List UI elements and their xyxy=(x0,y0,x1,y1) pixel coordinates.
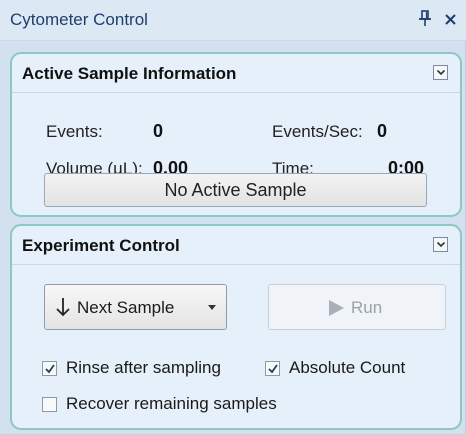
collapse-experiment-control-button[interactable] xyxy=(433,237,448,252)
cytometer-control-panel: Cytometer Control Active Sample Informat… xyxy=(0,0,466,435)
dropdown-caret-icon[interactable] xyxy=(207,305,217,311)
experiment-control-title: Experiment Control xyxy=(22,236,180,255)
close-icon[interactable] xyxy=(442,9,460,29)
events-per-sec-value: 0 xyxy=(377,121,388,141)
play-icon xyxy=(329,300,344,316)
next-sample-button[interactable]: Next Sample xyxy=(44,284,227,330)
checkmark-icon xyxy=(268,364,278,374)
chevron-down-icon xyxy=(436,241,446,248)
run-label: Run xyxy=(351,298,383,317)
active-sample-group: Active Sample Information Events: 0 Even… xyxy=(10,52,462,217)
arrow-down-icon xyxy=(56,298,70,317)
recover-remaining-samples-checkbox[interactable] xyxy=(42,397,57,412)
experiment-control-header: Experiment Control xyxy=(12,226,460,265)
recover-remaining-samples-label[interactable]: Recover remaining samples xyxy=(66,394,277,414)
panel-titlebar: Cytometer Control xyxy=(0,0,466,41)
pin-icon[interactable] xyxy=(416,8,434,30)
run-button[interactable]: Run xyxy=(268,284,446,330)
chevron-down-icon xyxy=(436,69,446,76)
events-per-sec-label: Events/Sec: xyxy=(272,122,363,141)
active-sample-header: Active Sample Information xyxy=(12,54,460,93)
events-value: 0 xyxy=(153,121,164,141)
collapse-active-sample-button[interactable] xyxy=(433,65,448,80)
absolute-count-checkbox[interactable] xyxy=(265,361,280,376)
next-sample-label: Next Sample xyxy=(77,298,175,317)
events-label: Events: xyxy=(46,122,103,141)
no-active-sample-button[interactable]: No Active Sample xyxy=(44,173,427,207)
active-sample-title: Active Sample Information xyxy=(22,64,237,83)
absolute-count-label[interactable]: Absolute Count xyxy=(289,358,405,378)
experiment-control-group: Experiment Control Next Sample Run Rinse… xyxy=(10,224,462,430)
panel-title: Cytometer Control xyxy=(10,10,148,29)
rinse-after-sampling-label[interactable]: Rinse after sampling xyxy=(66,358,221,378)
checkmark-icon xyxy=(45,364,55,374)
rinse-after-sampling-checkbox[interactable] xyxy=(42,361,57,376)
